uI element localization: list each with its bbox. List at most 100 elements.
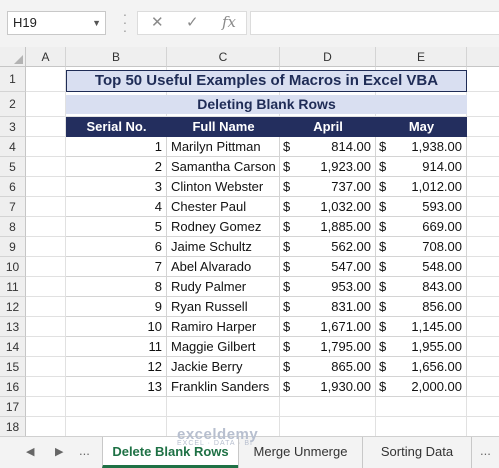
cell-full-name[interactable]: Maggie Gilbert: [167, 337, 280, 357]
select-all-button[interactable]: [0, 47, 26, 67]
row-header[interactable]: 7: [0, 197, 26, 217]
currency-symbol: $: [283, 379, 291, 394]
formula-input[interactable]: [250, 11, 499, 35]
cell-full-name[interactable]: Franklin Sanders: [167, 377, 280, 397]
cell-full-name[interactable]: Ramiro Harper: [167, 317, 280, 337]
tab-next-icon[interactable]: ▶: [55, 445, 63, 458]
cell-april[interactable]: $1,930.00: [280, 377, 376, 397]
cell-may[interactable]: $914.00: [376, 157, 467, 177]
column-header-f[interactable]: [467, 47, 499, 67]
tab-more-right[interactable]: ...: [480, 443, 491, 458]
row-header[interactable]: 17: [0, 397, 26, 417]
column-header-c[interactable]: C: [167, 47, 280, 67]
cell-may[interactable]: $1,145.00: [376, 317, 467, 337]
cell-april[interactable]: $737.00: [280, 177, 376, 197]
name-box[interactable]: H19 ▼: [7, 11, 106, 35]
enter-icon[interactable]: ✓: [186, 13, 199, 31]
cell-serial[interactable]: 8: [66, 277, 167, 297]
currency-symbol: $: [379, 379, 387, 394]
row-header[interactable]: 2: [0, 92, 26, 117]
cell-april[interactable]: $1,885.00: [280, 217, 376, 237]
amount-value: 856.00: [422, 299, 462, 314]
amount-value: 814.00: [331, 139, 371, 154]
row-header[interactable]: 3: [0, 117, 26, 137]
cell-may[interactable]: $1,012.00: [376, 177, 467, 197]
cell-may[interactable]: $708.00: [376, 237, 467, 257]
row-header[interactable]: 8: [0, 217, 26, 237]
row-header[interactable]: 9: [0, 237, 26, 257]
tab-prev-icon[interactable]: ◀: [26, 445, 34, 458]
cell-april[interactable]: $1,671.00: [280, 317, 376, 337]
cell-april[interactable]: $547.00: [280, 257, 376, 277]
row-header[interactable]: 11: [0, 277, 26, 297]
cell-serial[interactable]: 7: [66, 257, 167, 277]
row-header[interactable]: 1: [0, 67, 26, 92]
row-header[interactable]: 14: [0, 337, 26, 357]
cell-april[interactable]: $953.00: [280, 277, 376, 297]
cell-april[interactable]: $831.00: [280, 297, 376, 317]
cell-may[interactable]: $843.00: [376, 277, 467, 297]
amount-value: 865.00: [331, 359, 371, 374]
tab-more-left[interactable]: ...: [79, 443, 90, 458]
insert-function-icon[interactable]: fx: [222, 13, 236, 31]
row-header[interactable]: 5: [0, 157, 26, 177]
cell-serial[interactable]: 9: [66, 297, 167, 317]
row-header[interactable]: 12: [0, 297, 26, 317]
cell-serial[interactable]: 2: [66, 157, 167, 177]
cell-serial[interactable]: 4: [66, 197, 167, 217]
column-header-d[interactable]: D: [280, 47, 376, 67]
spreadsheet-grid[interactable]: A B C D E 1 2 3 4 5 6 7 8 9 10 11 12 13 14 15 16 17 18 To…: [0, 47, 499, 436]
cell-full-name[interactable]: Rodney Gomez: [167, 217, 280, 237]
cell-may[interactable]: $593.00: [376, 197, 467, 217]
cell-full-name[interactable]: Marilyn Pittman: [167, 137, 280, 157]
cell-april[interactable]: $814.00: [280, 137, 376, 157]
cell-may[interactable]: $2,000.00: [376, 377, 467, 397]
cell-full-name[interactable]: Jackie Berry: [167, 357, 280, 377]
amount-value: 1,671.00: [320, 319, 371, 334]
cell-april[interactable]: $1,032.00: [280, 197, 376, 217]
cell-serial[interactable]: 11: [66, 337, 167, 357]
cell-full-name[interactable]: Rudy Palmer: [167, 277, 280, 297]
cell-serial[interactable]: 3: [66, 177, 167, 197]
cell-may[interactable]: $669.00: [376, 217, 467, 237]
cell-serial[interactable]: 12: [66, 357, 167, 377]
chevron-down-icon[interactable]: ▼: [92, 12, 101, 34]
row-header[interactable]: 18: [0, 417, 26, 436]
cell-serial[interactable]: 1: [66, 137, 167, 157]
row-header[interactable]: 10: [0, 257, 26, 277]
currency-symbol: $: [379, 199, 387, 214]
cell-april[interactable]: $1,923.00: [280, 157, 376, 177]
cell-may[interactable]: $856.00: [376, 297, 467, 317]
cancel-icon[interactable]: ✕: [151, 13, 164, 31]
cell-full-name[interactable]: Clinton Webster: [167, 177, 280, 197]
currency-symbol: $: [283, 339, 291, 354]
cell-full-name[interactable]: Jaime Schultz: [167, 237, 280, 257]
row-header[interactable]: 15: [0, 357, 26, 377]
cell-full-name[interactable]: Samantha Carson: [167, 157, 280, 177]
cell-full-name[interactable]: Ryan Russell: [167, 297, 280, 317]
cell-serial[interactable]: 13: [66, 377, 167, 397]
cell-may[interactable]: $1,955.00: [376, 337, 467, 357]
cell-april[interactable]: $1,795.00: [280, 337, 376, 357]
column-header-e[interactable]: E: [376, 47, 467, 67]
cell-may[interactable]: $1,938.00: [376, 137, 467, 157]
cell-may[interactable]: $1,656.00: [376, 357, 467, 377]
cell-serial[interactable]: 10: [66, 317, 167, 337]
currency-symbol: $: [379, 359, 387, 374]
cell-full-name[interactable]: Abel Alvarado: [167, 257, 280, 277]
cell-full-name[interactable]: Chester Paul: [167, 197, 280, 217]
tab-sorting-data[interactable]: Sorting Data: [362, 437, 472, 468]
row-header[interactable]: 16: [0, 377, 26, 397]
cell-serial[interactable]: 6: [66, 237, 167, 257]
row-header[interactable]: 4: [0, 137, 26, 157]
formula-buttons: ✕ ✓ fx: [137, 11, 247, 35]
column-header-b[interactable]: B: [66, 47, 167, 67]
column-header-a[interactable]: A: [26, 47, 66, 67]
cell-april[interactable]: $562.00: [280, 237, 376, 257]
row-header[interactable]: 6: [0, 177, 26, 197]
cell-serial[interactable]: 5: [66, 217, 167, 237]
cell-may[interactable]: $548.00: [376, 257, 467, 277]
row-header[interactable]: 13: [0, 317, 26, 337]
cell-april[interactable]: $865.00: [280, 357, 376, 377]
drag-handle-icon[interactable]: · · ·: [120, 7, 130, 37]
